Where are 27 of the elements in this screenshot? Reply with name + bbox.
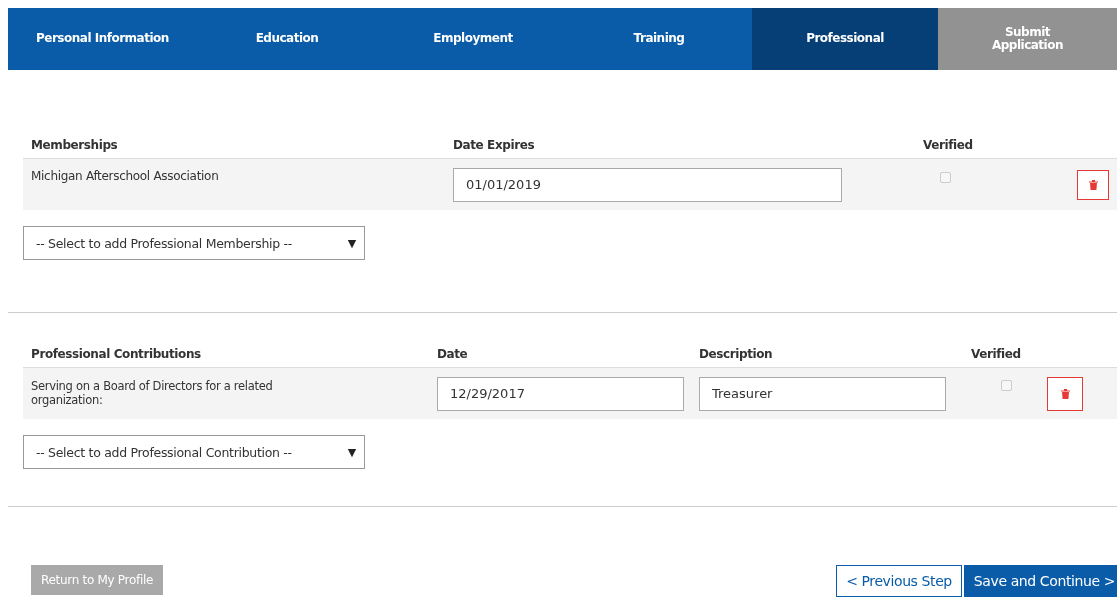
nav-button[interactable]: < Previous Step [836, 565, 962, 597]
step-tab[interactable]: Personal Information [8, 8, 194, 70]
date-field[interactable]: 12/29/2017 [437, 376, 684, 411]
delete-button[interactable] [1047, 376, 1083, 411]
contribution-name: Serving on a Board of Directors for a related organization: [31, 380, 274, 407]
date-field[interactable]: 01/01/2019 [453, 167, 842, 202]
column-header: Date Expires [453, 138, 536, 152]
membership-name: Michigan Afterschool Association [31, 168, 220, 183]
column-header: Date [437, 347, 469, 361]
step-tab[interactable]: Training [566, 8, 752, 70]
membership-select[interactable]: -- Select to add Professional Membership -- ▼ [23, 226, 365, 260]
column-header: Memberships [31, 138, 119, 152]
column-header: Professional Contributions [31, 347, 202, 361]
verified-checkbox[interactable] [1001, 380, 1012, 391]
column-header: Verified [971, 347, 1022, 361]
delete-button[interactable] [1077, 169, 1109, 200]
description-field[interactable]: Treasurer [699, 376, 946, 411]
step-tab[interactable]: Education [194, 8, 380, 70]
trash-icon [1088, 179, 1098, 190]
verified-checkbox[interactable] [940, 172, 951, 183]
step-tab[interactable]: Professional [752, 8, 938, 70]
step-tab[interactable]: Employment [380, 8, 566, 70]
trash-icon [1060, 388, 1070, 399]
nav-button[interactable]: Save and Continue > [963, 565, 1117, 597]
column-header: Description [699, 347, 774, 361]
column-header: Verified [922, 138, 974, 152]
contribution-select[interactable]: -- Select to add Professional Contribution -- ▼ [23, 435, 365, 469]
